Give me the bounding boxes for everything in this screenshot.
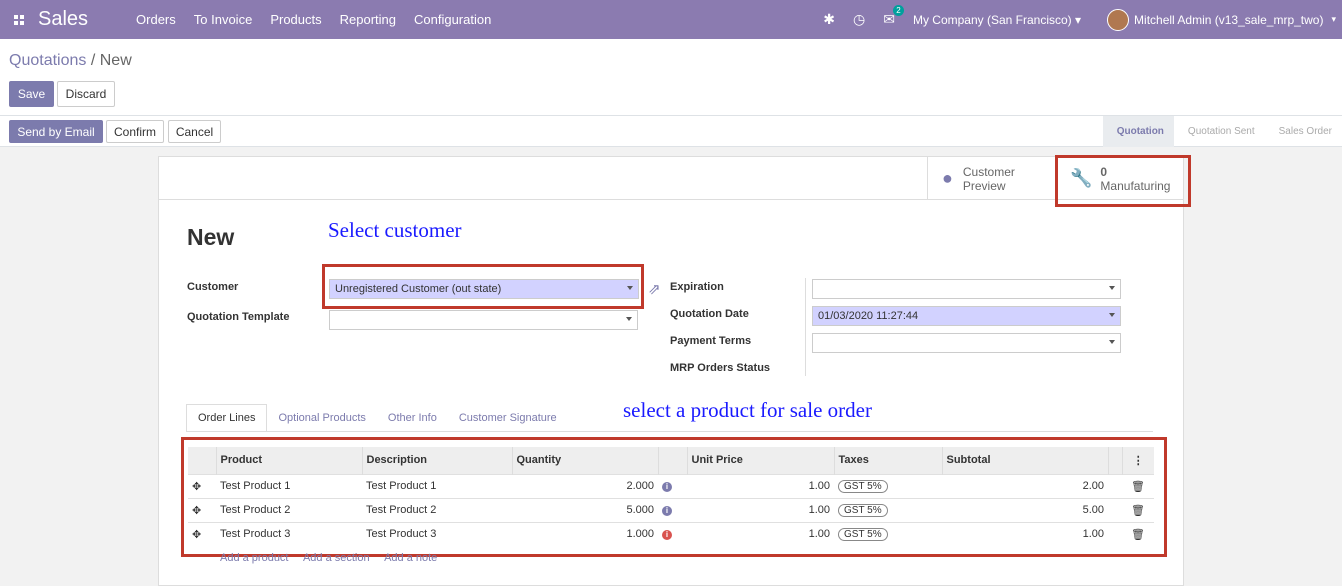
record-title: New [187,224,235,250]
discard-button[interactable]: Discard [57,81,115,107]
confirm-button[interactable]: Confirm [106,120,164,143]
field-divider [805,278,806,376]
customer-preview-button[interactable]: ● Customer Preview [927,157,1055,200]
user-menu[interactable]: Mitchell Admin (v13_sale_mrp_two) [1134,13,1323,27]
control-panel: Quotations / New Save Discard [0,39,1342,116]
company-switcher[interactable]: My Company (San Francisco) ▾ [913,13,1081,27]
tab-optional-products[interactable]: Optional Products [267,404,376,432]
user-avatar[interactable] [1107,8,1130,31]
smart-button-box: ● Customer Preview 🔧 0 Manufaturing [159,157,1183,200]
menu-configuration[interactable]: Configuration [414,12,491,27]
stage-sales-order[interactable]: Sales Order [1265,116,1342,147]
globe-icon: ● [942,168,953,188]
stage-pipeline: Quotation Quotation Sent Sales Order [1102,116,1342,147]
tab-order-lines[interactable]: Order Lines [186,404,268,432]
chevron-down-icon [1109,313,1115,317]
cancel-button[interactable]: Cancel [168,120,221,143]
external-link-icon[interactable]: ⇗ [648,280,661,298]
chat-icon[interactable]: ✉ 2 [883,5,904,28]
quotation-date-label: Quotation Date [670,308,749,320]
add-product-link[interactable]: Add a product [220,552,289,564]
statusbar: Send by Email Confirm Cancel Quotation Q… [0,116,1342,147]
quotation-date-field[interactable]: 01/03/2020 11:27:44 [812,306,1121,326]
highlight-manufacturing [1055,155,1191,207]
payment-terms-label: Payment Terms [670,335,752,347]
save-button[interactable]: Save [9,81,54,107]
menu-products[interactable]: Products [270,12,321,27]
highlight-order-lines [181,437,1167,557]
add-note-link[interactable]: Add a note [384,552,437,564]
stage-quotation[interactable]: Quotation [1102,116,1174,147]
payment-terms-select[interactable] [812,333,1121,353]
annotation-select-customer: Select customer [328,218,462,242]
add-line-links: Add a product Add a section Add a note [220,552,449,564]
tab-other-info[interactable]: Other Info [377,404,448,432]
menu-to-invoice[interactable]: To Invoice [194,12,253,27]
customer-label: Customer [187,281,239,293]
activity-clock-icon[interactable]: ◷ [853,11,865,28]
breadcrumb-current: New [99,52,132,69]
top-navbar: Sales Orders To Invoice Products Reporti… [0,0,1342,39]
chevron-down-icon [1109,286,1115,290]
app-title[interactable]: Sales [38,8,88,31]
user-caret-icon[interactable]: ▾ [1331,14,1336,25]
quotation-template-label: Quotation Template [187,311,290,323]
menu-reporting[interactable]: Reporting [340,12,396,27]
breadcrumb: Quotations / New [9,52,132,69]
apps-menu-icon[interactable] [0,0,38,39]
tab-customer-signature[interactable]: Customer Signature [448,404,568,432]
expiration-label: Expiration [670,281,724,293]
chat-count-badge: 2 [893,5,904,16]
notebook-tabs: Order Lines Optional Products Other Info… [186,404,568,432]
chevron-down-icon [626,317,632,321]
highlight-customer [322,264,644,309]
annotation-select-product: select a product for sale order [623,398,872,422]
breadcrumb-quotations[interactable]: Quotations [9,52,86,69]
menu-orders[interactable]: Orders [136,12,176,27]
send-by-email-button[interactable]: Send by Email [9,120,103,143]
mrp-status-label: MRP Orders Status [670,362,771,374]
chevron-down-icon [1109,340,1115,344]
quotation-template-select[interactable] [329,310,638,330]
add-section-link[interactable]: Add a section [303,552,370,564]
tabs-divider [186,431,1153,432]
stage-quotation-sent[interactable]: Quotation Sent [1174,116,1265,147]
debug-bug-icon[interactable]: ✱ [823,11,835,28]
expiration-field[interactable] [812,279,1121,299]
